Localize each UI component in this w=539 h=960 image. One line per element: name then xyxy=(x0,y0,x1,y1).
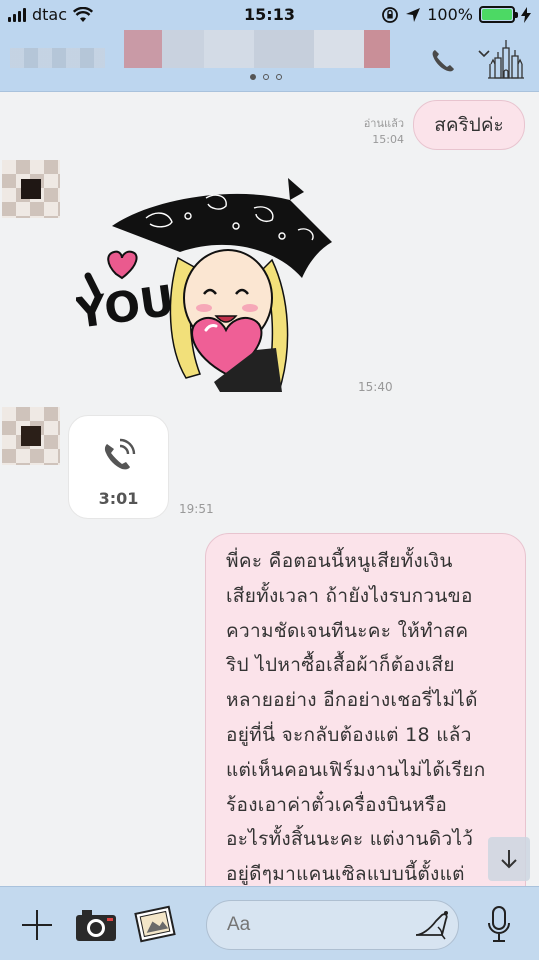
location-icon xyxy=(406,7,421,22)
message-line: อยู่ที่นี่ จะกลับต้องแต่ 18 แล้ว xyxy=(226,723,472,746)
read-receipt: อ่านแล้ว xyxy=(363,117,404,130)
message-line: ความชัดเจนทีนะคะ ให้ทำสค xyxy=(226,619,469,642)
orientation-lock-icon xyxy=(382,6,399,23)
chat-header xyxy=(0,30,539,92)
message-time: 15:04 xyxy=(372,133,404,146)
message-line: แต่เห็นคอนเฟิร์มงานไม่ได้เรียก xyxy=(226,758,486,781)
message-time: 19:51 xyxy=(179,502,214,516)
message-line: เสียทั้งเวลา ถ้ายังไงรบกวนขอ xyxy=(226,584,473,607)
message-line: ริป ไปหาซื้อเสื้อผ้าก็ต้องเสีย xyxy=(226,654,455,677)
outgoing-message-bubble[interactable]: สคริปค่ะ xyxy=(413,100,525,150)
scroll-down-button[interactable] xyxy=(488,837,530,881)
status-bar: dtac 15:13 100% xyxy=(0,0,539,30)
message-meta: อ่านแล้ว 15:04 xyxy=(350,116,404,148)
call-duration: 3:01 xyxy=(98,489,139,508)
message-text: สคริปค่ะ xyxy=(434,114,504,136)
page-indicator xyxy=(250,74,282,80)
message-line: หลายอย่าง อีกอย่างเชอรี่ไม่ได้ xyxy=(226,689,478,712)
avatar[interactable] xyxy=(2,407,60,465)
message-time: 15:40 xyxy=(358,380,393,394)
message-line: อะไรทั้งสิ้นนะคะ แต่งานดิวไว้ xyxy=(226,828,474,851)
battery-percent: 100% xyxy=(427,5,473,24)
plus-icon[interactable] xyxy=(20,908,54,942)
outgoing-message-bubble[interactable]: พี่คะ คือตอนนี้หนูเสียทั้งเงิน เสียทั้งเ… xyxy=(205,533,526,913)
status-right: 100% xyxy=(381,5,531,24)
message-line: ร้องเอาค่าตั๋วเครื่องบินหรือ xyxy=(226,793,448,816)
call-log-bubble[interactable]: 3:01 xyxy=(68,415,169,519)
microphone-icon[interactable] xyxy=(486,905,512,945)
back-contact-blurred[interactable] xyxy=(10,48,105,68)
camera-icon[interactable] xyxy=(74,907,118,943)
arrow-down-icon xyxy=(501,850,517,869)
sticker-image[interactable]: YOU xyxy=(76,178,336,392)
input-bar xyxy=(0,886,539,960)
castle-icon[interactable] xyxy=(476,38,526,82)
charging-icon xyxy=(521,6,531,23)
phone-call-icon xyxy=(104,438,136,470)
avatar[interactable] xyxy=(2,160,60,218)
battery-icon xyxy=(479,6,518,23)
phone-icon[interactable] xyxy=(428,46,458,76)
sticker-shoe-icon[interactable] xyxy=(412,907,452,941)
chat-title-blurred xyxy=(124,30,390,68)
message-line: พี่คะ คือตอนนี้หนูเสียทั้งเงิน xyxy=(226,550,453,572)
photo-icon[interactable] xyxy=(133,905,177,943)
